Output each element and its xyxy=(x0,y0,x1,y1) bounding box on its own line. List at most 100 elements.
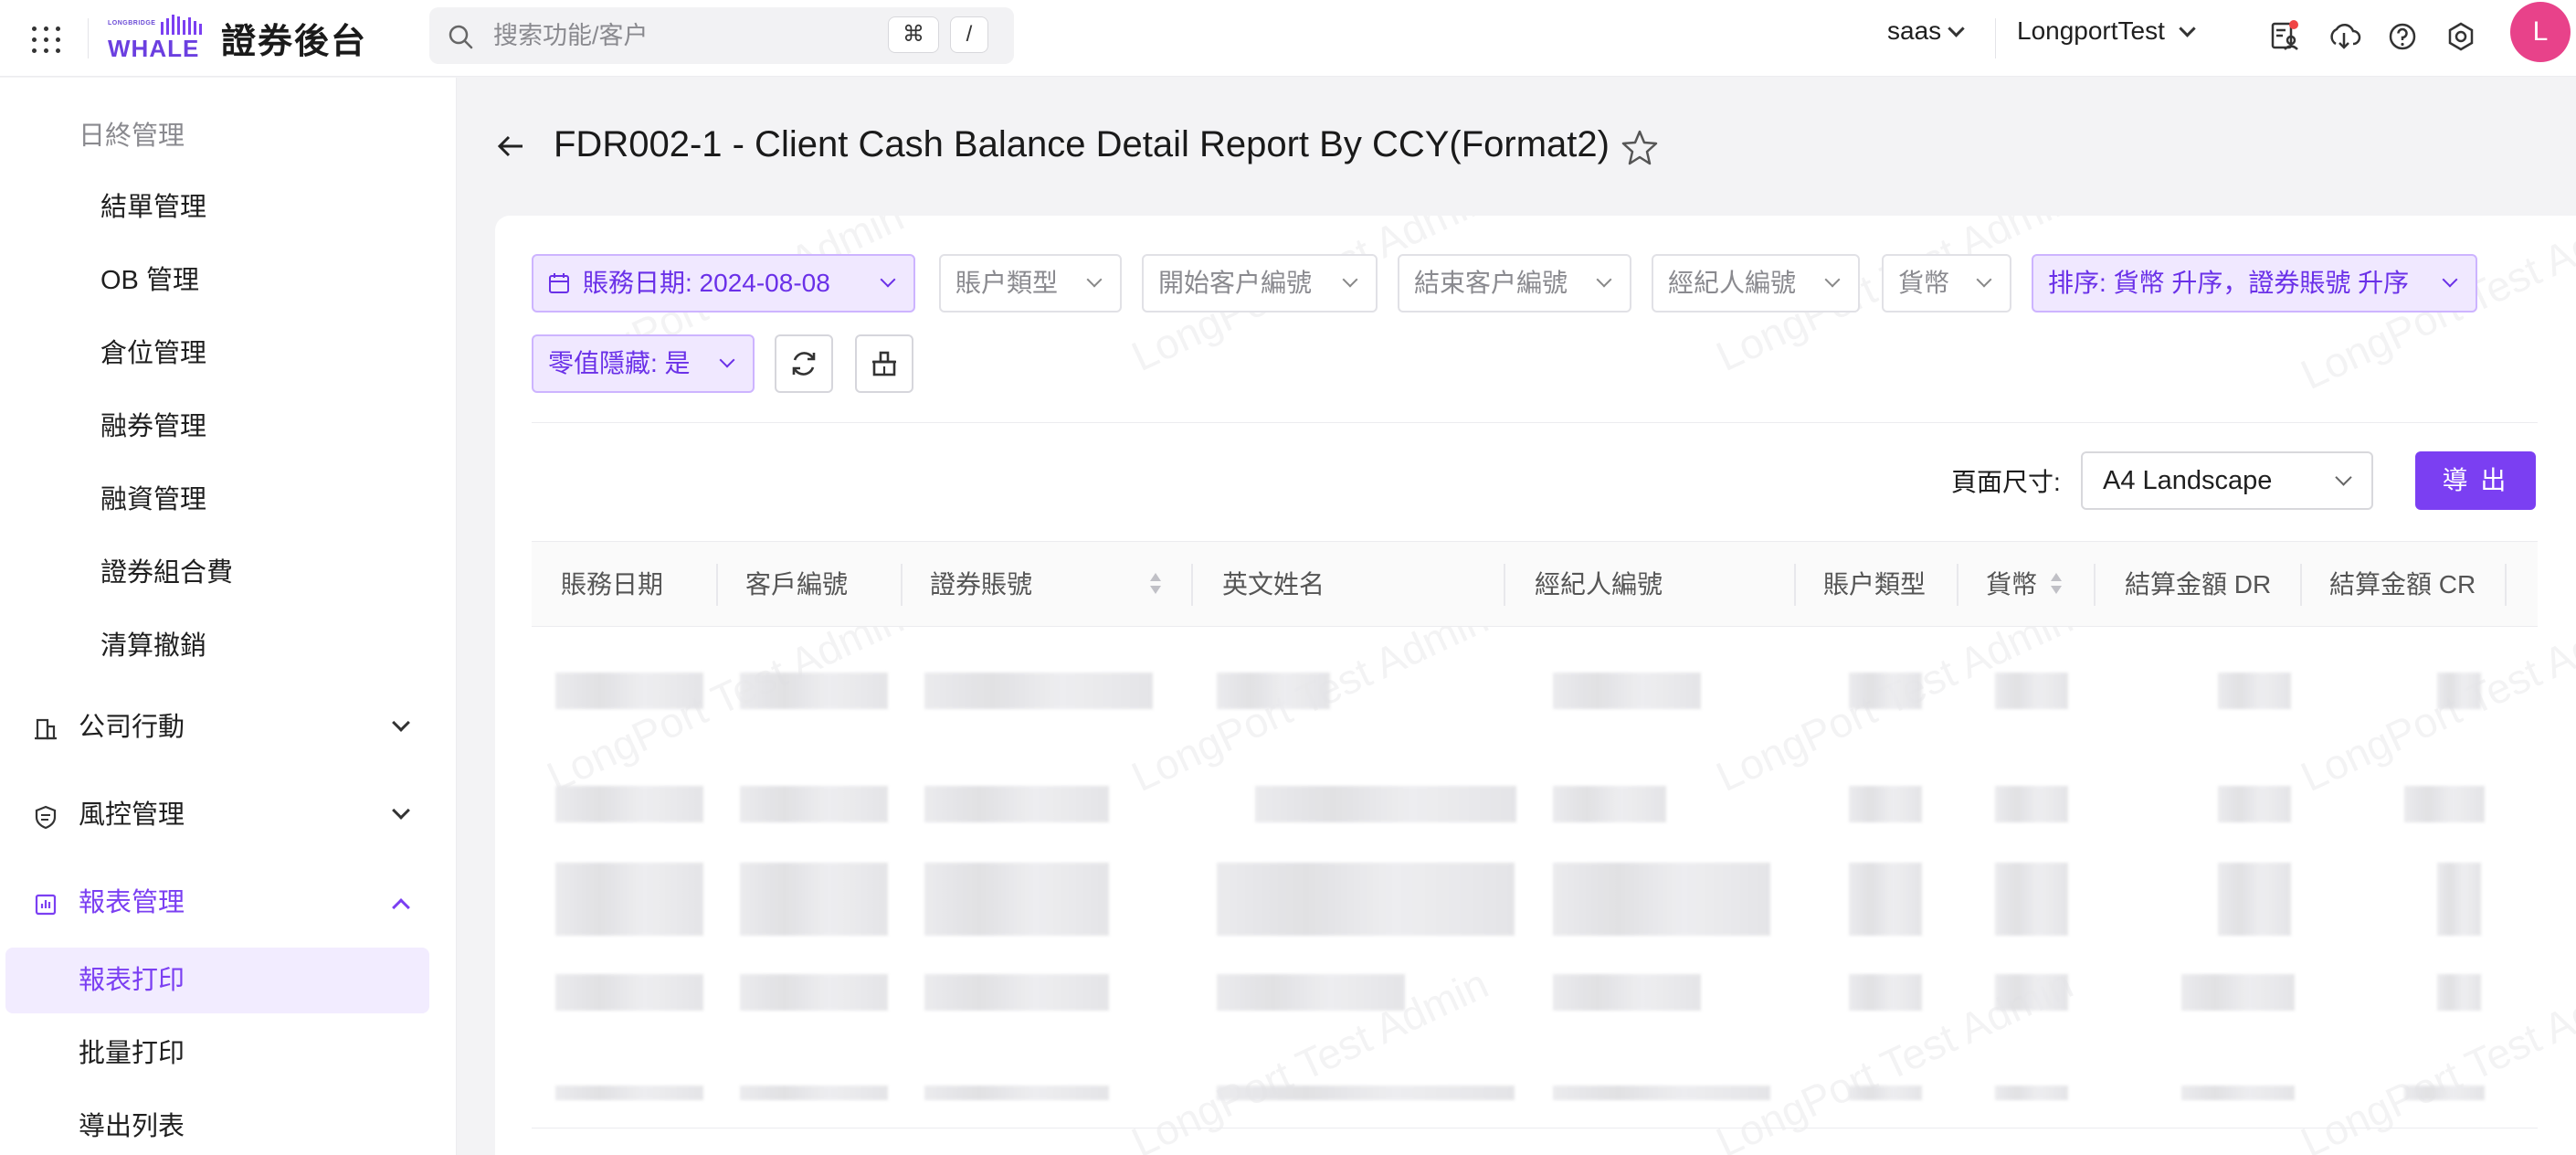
sidebar-item-portfolio-fee[interactable]: 證券組合費 xyxy=(0,540,457,606)
sidebar-item-clearing-reversal[interactable]: 清算撤銷 xyxy=(0,613,457,679)
filter-start-client[interactable]: 開始客户編號 xyxy=(1142,254,1378,313)
blurred-cell xyxy=(2218,673,2291,709)
column-header[interactable]: 經紀人編號 xyxy=(1535,542,1663,628)
chevron-down-icon xyxy=(2442,271,2458,288)
search-icon xyxy=(449,25,473,49)
filter-end-client[interactable]: 結束客户編號 xyxy=(1398,254,1631,313)
brand-small-text: LONGBRIDGE xyxy=(108,20,156,26)
blurred-cell xyxy=(740,974,888,1011)
blurred-cell xyxy=(1995,863,2068,936)
blurred-cell xyxy=(924,786,1109,822)
blurred-cell xyxy=(740,863,888,936)
report-card: LongPort Test Admin LongPort Test Admin … xyxy=(495,216,2576,1155)
blurred-cell xyxy=(2404,786,2485,822)
report-icon xyxy=(35,894,57,916)
back-arrow-icon[interactable] xyxy=(493,128,530,164)
brand-main-text: WHALE xyxy=(108,35,200,62)
blurred-cell xyxy=(1849,1086,1922,1100)
filter-currency[interactable]: 貨幣 xyxy=(1882,254,2011,313)
blurred-cell xyxy=(1255,786,1516,822)
chevron-down-icon xyxy=(880,271,896,288)
sidebar-section-corporate-actions[interactable]: 公司行動 xyxy=(0,694,457,760)
column-divider xyxy=(2300,564,2302,606)
app-grid-icon[interactable] xyxy=(26,20,62,57)
sidebar: 日終管理 結單管理 OB 管理 倉位管理 融券管理 融資管理 證券組合費 清算撤… xyxy=(0,78,457,1155)
blurred-cell xyxy=(740,673,888,709)
column-header[interactable]: 客戶編號 xyxy=(745,542,848,628)
sidebar-item-export-list[interactable]: 導出列表 xyxy=(0,1094,457,1155)
sidebar-item-ob[interactable]: OB 管理 xyxy=(0,248,457,313)
column-header[interactable]: 結算金額 DR xyxy=(2125,542,2271,628)
search-input[interactable] xyxy=(493,18,840,53)
avatar[interactable]: L xyxy=(2510,2,2571,62)
refresh-button[interactable] xyxy=(775,334,833,393)
logo-bars-icon xyxy=(161,15,202,35)
sidebar-section-label: 公司行動 xyxy=(79,713,185,742)
column-header[interactable]: 英文姓名 xyxy=(1222,542,1325,628)
tenant-selector[interactable]: saas xyxy=(1887,16,1965,46)
column-divider xyxy=(901,564,903,606)
filter-account-type[interactable]: 賬户類型 xyxy=(939,254,1122,313)
tenant-label: saas xyxy=(1887,16,1942,45)
user-list-icon[interactable] xyxy=(2265,18,2302,55)
shield-icon xyxy=(35,805,57,830)
sidebar-section-risk-control[interactable]: 風控管理 xyxy=(0,782,457,848)
filter-zero-hide[interactable]: 零值隱藏: 是 xyxy=(532,334,755,393)
search-bar[interactable]: ⌘ / xyxy=(429,7,1014,64)
blurred-cell xyxy=(1995,974,2068,1011)
account-selector[interactable]: LongportTest xyxy=(2017,16,2196,46)
sidebar-item-margin-financing[interactable]: 融資管理 xyxy=(0,467,457,533)
app-title: 證券後台 xyxy=(221,23,368,61)
blurred-cell xyxy=(555,974,703,1011)
sidebar-item-statement[interactable]: 結單管理 xyxy=(0,175,457,240)
page-size-select[interactable]: A4 Landscape xyxy=(2081,451,2373,510)
sidebar-section-label: 風控管理 xyxy=(79,800,185,830)
column-divider xyxy=(1957,564,1958,606)
sort-icon[interactable] xyxy=(1149,573,1162,597)
blurred-cell xyxy=(1553,863,1770,936)
chevron-down-icon xyxy=(2179,20,2196,37)
blurred-cell xyxy=(1995,673,2068,709)
help-icon[interactable] xyxy=(2384,18,2421,55)
filter-broker[interactable]: 經紀人編號 xyxy=(1652,254,1860,313)
divider xyxy=(88,18,89,58)
download-icon[interactable] xyxy=(2326,18,2362,55)
blurred-cell xyxy=(2437,863,2481,936)
sidebar-section-label: 報表管理 xyxy=(79,888,185,917)
blurred-cell xyxy=(2181,974,2295,1011)
star-icon[interactable] xyxy=(1621,128,1659,166)
settings-icon[interactable] xyxy=(2443,18,2479,55)
chevron-down-icon xyxy=(1824,271,1841,288)
divider xyxy=(532,422,2538,423)
blurred-cell xyxy=(1553,974,1701,1011)
chevron-down-icon xyxy=(1948,20,1965,37)
sidebar-section-reports[interactable]: 報表管理 xyxy=(0,870,457,936)
filter-accounting-date[interactable]: 賬務日期: 2024-08-08 xyxy=(532,254,915,313)
broom-icon xyxy=(872,351,896,376)
column-header[interactable]: 賬務日期 xyxy=(561,542,663,628)
column-header[interactable]: 證券賬號 xyxy=(930,542,1032,628)
column-header[interactable]: 結算金額 CR xyxy=(2329,542,2476,628)
sidebar-item-securities-lending[interactable]: 融券管理 xyxy=(0,394,457,460)
clear-filters-button[interactable] xyxy=(855,334,913,393)
blurred-cell xyxy=(555,863,703,936)
chevron-up-icon xyxy=(392,898,410,917)
account-label: LongportTest xyxy=(2017,16,2165,45)
blurred-cell xyxy=(1995,786,2068,822)
sidebar-item-position[interactable]: 倉位管理 xyxy=(0,321,457,387)
export-button[interactable]: 導 出 xyxy=(2415,451,2536,510)
blurred-cell xyxy=(924,673,1153,709)
blurred-cell xyxy=(1553,786,1666,822)
column-header[interactable]: 賬户類型 xyxy=(1823,542,1926,628)
chevron-down-icon xyxy=(2335,469,2352,486)
refresh-icon xyxy=(792,352,816,376)
brand-logo[interactable]: LONGBRIDGE WHALE xyxy=(108,13,208,62)
blurred-cell xyxy=(1849,863,1922,936)
chevron-down-icon xyxy=(392,714,410,732)
sidebar-item-report-print[interactable]: 報表打印 xyxy=(5,948,429,1013)
column-header[interactable]: 貨幣 xyxy=(1986,542,2037,628)
sidebar-item-batch-print[interactable]: 批量打印 xyxy=(0,1021,457,1086)
blurred-cell xyxy=(555,786,703,822)
filter-sort[interactable]: 排序: 貨幣 升序，證券賬號 升序 xyxy=(2032,254,2477,313)
sort-icon[interactable] xyxy=(2050,573,2063,597)
